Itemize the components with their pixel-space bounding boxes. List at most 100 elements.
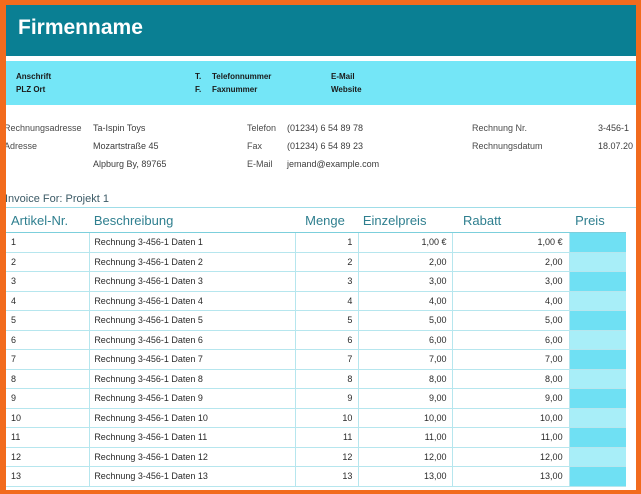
cell-beschreibung[interactable]: Rechnung 3-456-1 Daten 10 <box>89 408 297 428</box>
cell-beschreibung[interactable]: Rechnung 3-456-1 Daten 6 <box>89 330 297 350</box>
cell-artikel-nr[interactable]: 10 <box>6 408 91 428</box>
cell-artikel-nr[interactable]: 3 <box>6 271 91 292</box>
cell-artikel-nr[interactable]: 13 <box>6 466 91 487</box>
table-row: 4 Rechnung 3-456-1 Daten 4 4 4,00 4,00 <box>6 291 626 311</box>
cell-rabatt[interactable]: 2,00 <box>452 252 570 272</box>
cell-einzelpreis[interactable]: 9,00 <box>358 388 454 409</box>
table-header-row: Artikel-Nr. Beschreibung Menge Einzelpre… <box>6 208 626 233</box>
cell-menge[interactable]: 12 <box>295 447 360 467</box>
cell-menge[interactable]: 10 <box>295 408 360 428</box>
cell-preis[interactable] <box>569 310 626 331</box>
cell-einzelpreis[interactable]: 8,00 <box>358 369 454 389</box>
cell-preis[interactable] <box>569 291 626 311</box>
cell-menge[interactable]: 11 <box>295 427 360 448</box>
cell-beschreibung[interactable]: Rechnung 3-456-1 Daten 4 <box>89 291 297 311</box>
cell-artikel-nr[interactable]: 8 <box>6 369 91 389</box>
cell-preis[interactable] <box>569 252 626 272</box>
cell-menge[interactable]: 5 <box>295 310 360 331</box>
cell-menge[interactable]: 6 <box>295 330 360 350</box>
cell-einzelpreis[interactable]: 4,00 <box>358 291 454 311</box>
table-row: 9 Rechnung 3-456-1 Daten 9 9 9,00 9,00 <box>6 388 626 409</box>
cell-preis[interactable] <box>569 427 626 448</box>
cell-menge[interactable]: 8 <box>295 369 360 389</box>
cell-beschreibung[interactable]: Rechnung 3-456-1 Daten 13 <box>89 466 297 487</box>
cell-preis[interactable] <box>569 447 626 467</box>
cell-menge[interactable]: 9 <box>295 388 360 409</box>
cell-artikel-nr[interactable]: 7 <box>6 349 91 370</box>
cell-rabatt[interactable]: 13,00 <box>452 466 570 487</box>
cell-beschreibung[interactable]: Rechnung 3-456-1 Daten 8 <box>89 369 297 389</box>
cell-einzelpreis[interactable]: 1,00 € <box>358 232 454 253</box>
cell-artikel-nr[interactable]: 12 <box>6 447 91 467</box>
cell-rabatt[interactable]: 7,00 <box>452 349 570 370</box>
table-row: 2 Rechnung 3-456-1 Daten 2 2 2,00 2,00 <box>6 252 626 272</box>
cell-beschreibung[interactable]: Rechnung 3-456-1 Daten 9 <box>89 388 297 409</box>
cell-einzelpreis[interactable]: 13,00 <box>358 466 454 487</box>
cell-artikel-nr[interactable]: 5 <box>6 310 91 331</box>
cell-einzelpreis[interactable]: 6,00 <box>358 330 454 350</box>
cell-beschreibung[interactable]: Rechnung 3-456-1 Daten 2 <box>89 252 297 272</box>
col-header-beschreibung[interactable]: Beschreibung <box>89 208 296 233</box>
cell-menge[interactable]: 3 <box>295 271 360 292</box>
plz-ort-text: PLZ Ort <box>16 85 46 94</box>
cell-einzelpreis[interactable]: 12,00 <box>358 447 454 467</box>
customer-city: Alpburg By, 89765 <box>93 159 167 169</box>
col-header-artikel[interactable]: Artikel-Nr. <box>6 208 90 233</box>
cell-artikel-nr[interactable]: 2 <box>6 252 91 272</box>
col-header-preis[interactable]: Preis <box>569 208 626 233</box>
cell-menge[interactable]: 13 <box>295 466 360 487</box>
rechnungsadresse-label: Rechnungsadresse <box>6 123 82 133</box>
cell-einzelpreis[interactable]: 7,00 <box>358 349 454 370</box>
cell-einzelpreis[interactable]: 10,00 <box>358 408 454 428</box>
cell-rabatt[interactable]: 8,00 <box>452 369 570 389</box>
cell-menge[interactable]: 1 <box>295 232 360 253</box>
cell-einzelpreis[interactable]: 3,00 <box>358 271 454 292</box>
col-header-einzelpreis[interactable]: Einzelpreis <box>358 208 453 233</box>
cell-preis[interactable] <box>569 330 626 350</box>
cell-rabatt[interactable]: 3,00 <box>452 271 570 292</box>
cell-artikel-nr[interactable]: 6 <box>6 330 91 350</box>
cell-preis[interactable] <box>569 232 626 253</box>
cell-einzelpreis[interactable]: 2,00 <box>358 252 454 272</box>
invoice-for-label: Invoice For: Projekt 1 <box>6 193 109 205</box>
cell-preis[interactable] <box>569 271 626 292</box>
cell-rabatt[interactable]: 5,00 <box>452 310 570 331</box>
cell-einzelpreis[interactable]: 5,00 <box>358 310 454 331</box>
cell-preis[interactable] <box>569 388 626 409</box>
cell-rabatt[interactable]: 6,00 <box>452 330 570 350</box>
cell-rabatt[interactable]: 12,00 <box>452 447 570 467</box>
cell-beschreibung[interactable]: Rechnung 3-456-1 Daten 5 <box>89 310 297 331</box>
cell-preis[interactable] <box>569 349 626 370</box>
cell-artikel-nr[interactable]: 9 <box>6 388 91 409</box>
table-row: 1 Rechnung 3-456-1 Daten 1 1 1,00 €1,00 € <box>6 232 626 253</box>
table-row: 13 Rechnung 3-456-1 Daten 13 13 13,00 13,00 <box>6 466 626 487</box>
cell-beschreibung[interactable]: Rechnung 3-456-1 Daten 7 <box>89 349 297 370</box>
cell-beschreibung[interactable]: Rechnung 3-456-1 Daten 3 <box>89 271 297 292</box>
cell-menge[interactable]: 4 <box>295 291 360 311</box>
cell-menge[interactable]: 7 <box>295 349 360 370</box>
fax-label: Fax <box>247 141 263 151</box>
table-row: 6 Rechnung 3-456-1 Daten 6 6 6,00 6,00 <box>6 330 626 350</box>
cell-preis[interactable] <box>569 466 626 487</box>
cell-rabatt[interactable]: 9,00 <box>452 388 570 409</box>
cell-einzelpreis[interactable]: 11,00 <box>358 427 454 448</box>
cell-artikel-nr[interactable]: 1 <box>6 232 91 253</box>
table-row: 11 Rechnung 3-456-1 Daten 11 11 11,00 11,00 <box>6 427 626 448</box>
cell-preis[interactable] <box>569 369 626 389</box>
cell-preis[interactable] <box>569 408 626 428</box>
col-header-menge[interactable]: Menge <box>295 208 359 233</box>
cell-artikel-nr[interactable]: 11 <box>6 427 91 448</box>
cell-rabatt[interactable]: 10,00 <box>452 408 570 428</box>
cell-beschreibung[interactable]: Rechnung 3-456-1 Daten 11 <box>89 427 297 448</box>
cell-artikel-nr[interactable]: 4 <box>6 291 91 311</box>
cell-beschreibung[interactable]: Rechnung 3-456-1 Daten 1 <box>89 232 297 253</box>
cell-rabatt[interactable]: 4,00 <box>452 291 570 311</box>
email-label: E-Mail <box>247 159 273 169</box>
page: { "header": { "company_name": "Firmennam… <box>0 0 641 494</box>
rechnungsdatum-value: 18.07.20 <box>598 141 634 151</box>
cell-beschreibung[interactable]: Rechnung 3-456-1 Daten 12 <box>89 447 297 467</box>
cell-rabatt[interactable]: 1,00 € <box>452 232 570 253</box>
col-header-rabatt[interactable]: Rabatt <box>452 208 570 233</box>
cell-menge[interactable]: 2 <box>295 252 360 272</box>
cell-rabatt[interactable]: 11,00 <box>452 427 570 448</box>
